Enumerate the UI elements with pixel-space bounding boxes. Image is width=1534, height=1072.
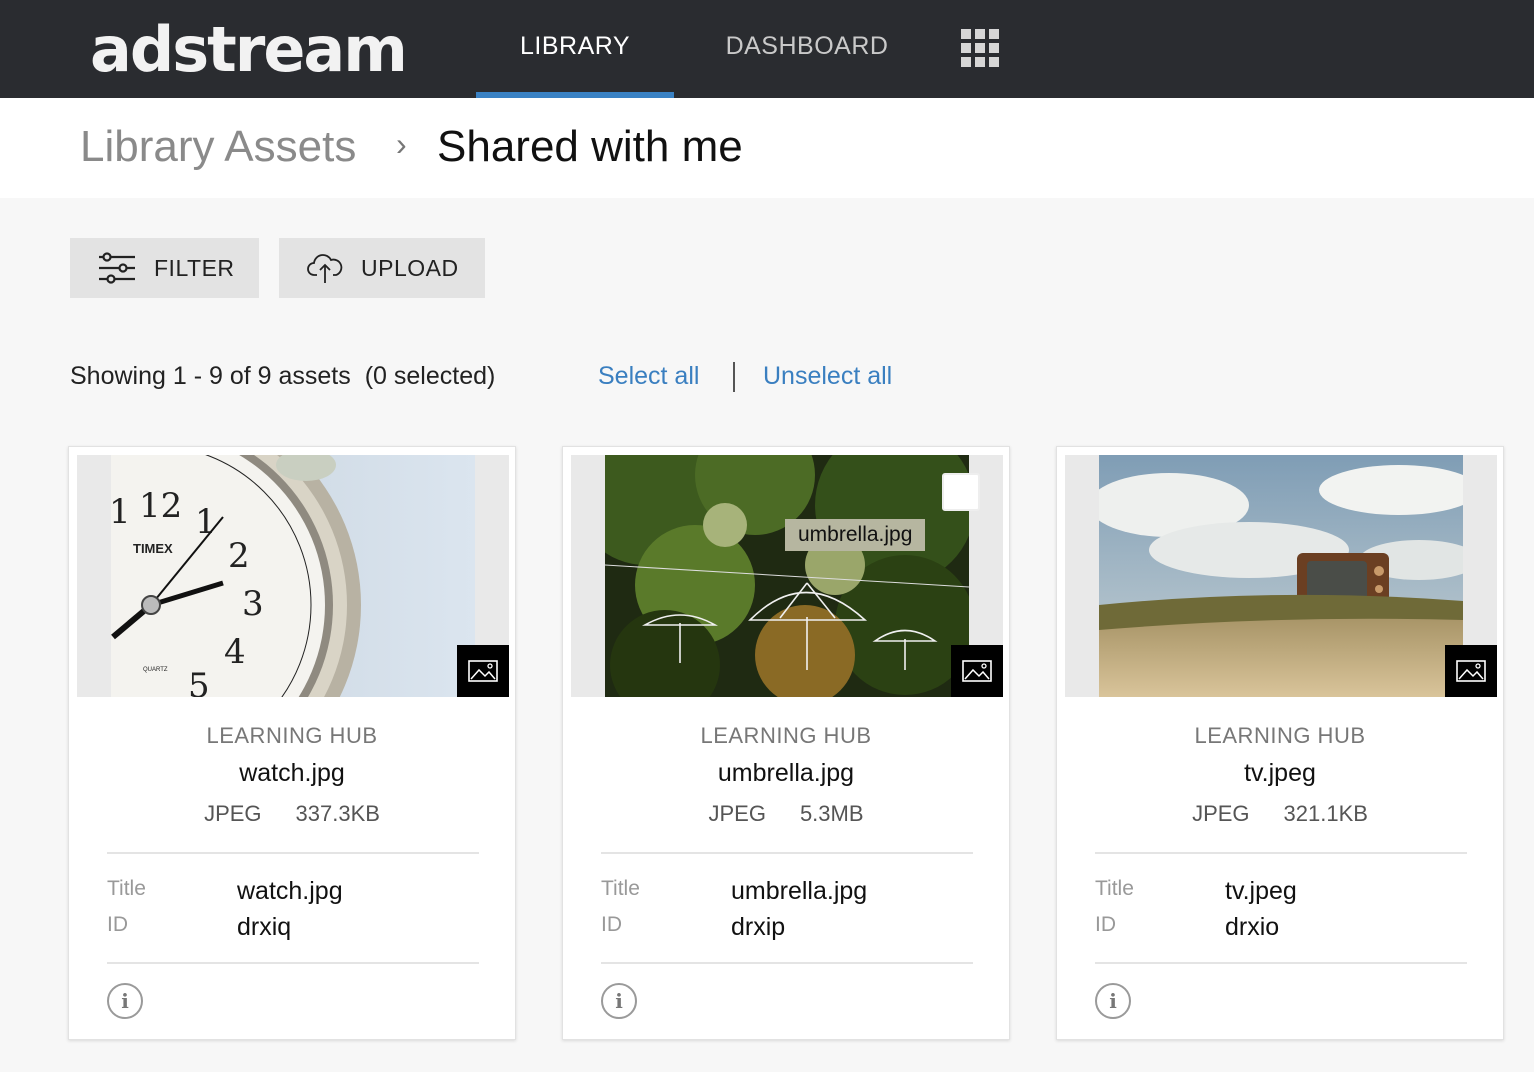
link-divider bbox=[733, 362, 735, 392]
image-icon bbox=[962, 660, 992, 682]
asset-thumbnail[interactable]: 12 1 2 3 4 5 1 TIMEX QUARTZ bbox=[77, 455, 509, 697]
svg-text:12: 12 bbox=[139, 486, 182, 526]
asset-type: JPEG bbox=[708, 801, 766, 826]
filename-tooltip: umbrella.jpg bbox=[785, 519, 926, 551]
asset-type: JPEG bbox=[1192, 801, 1250, 826]
divider bbox=[1095, 962, 1467, 964]
asset-card-watch[interactable]: 12 1 2 3 4 5 1 TIMEX QUARTZ LEARNING HUB… bbox=[68, 446, 516, 1040]
asset-meta: JPEG 5.3MB bbox=[563, 801, 1009, 827]
watch-image: 12 1 2 3 4 5 1 TIMEX QUARTZ bbox=[111, 455, 475, 697]
tv-image bbox=[1099, 455, 1463, 697]
title-label: Title bbox=[1095, 877, 1134, 900]
asset-name[interactable]: watch.jpg bbox=[69, 759, 515, 788]
svg-text:1: 1 bbox=[111, 492, 131, 532]
umbrella-image bbox=[605, 455, 969, 697]
image-icon bbox=[468, 660, 498, 682]
id-label: ID bbox=[1095, 913, 1116, 936]
id-value: drxio bbox=[1225, 913, 1280, 941]
asset-size: 5.3MB bbox=[799, 801, 864, 826]
filter-button[interactable]: FILTER bbox=[70, 238, 259, 298]
asset-thumbnail[interactable] bbox=[1065, 455, 1497, 697]
title-label: Title bbox=[107, 877, 146, 900]
chevron-right-icon: › bbox=[396, 126, 407, 162]
info-icon[interactable]: i bbox=[107, 983, 143, 1019]
info-icon[interactable]: i bbox=[1095, 983, 1131, 1019]
select-all-link[interactable]: Select all bbox=[598, 362, 699, 391]
showing-count: Showing 1 - 9 of 9 assets bbox=[70, 362, 351, 390]
svg-text:4: 4 bbox=[224, 632, 246, 672]
asset-source: LEARNING HUB bbox=[206, 723, 378, 748]
selected-count: (0 selected) bbox=[364, 362, 496, 390]
upload-button-label: UPLOAD bbox=[361, 254, 459, 281]
select-checkbox[interactable] bbox=[942, 473, 980, 511]
asset-size: 321.1KB bbox=[1283, 801, 1368, 826]
title-value: tv.jpeg bbox=[1225, 877, 1297, 905]
adstream-logo[interactable]: adstream bbox=[90, 10, 408, 90]
id-value: drxiq bbox=[237, 913, 292, 941]
asset-source: LEARNING HUB bbox=[700, 723, 872, 748]
svg-text:3: 3 bbox=[242, 584, 264, 624]
asset-size: 337.3KB bbox=[295, 801, 380, 826]
asset-thumbnail[interactable]: umbrella.jpg bbox=[571, 455, 1003, 697]
asset-meta: JPEG 337.3KB bbox=[69, 801, 515, 827]
image-icon bbox=[1456, 660, 1486, 682]
asset-card-tv[interactable]: LEARNING HUB tv.jpeg JPEG 321.1KB Title t… bbox=[1056, 446, 1504, 1040]
divider bbox=[601, 852, 973, 854]
svg-text:5: 5 bbox=[188, 666, 210, 697]
asset-name[interactable]: tv.jpeg bbox=[1057, 759, 1503, 788]
image-type-badge bbox=[951, 645, 1003, 697]
title-label: Title bbox=[601, 877, 640, 900]
sliders-icon bbox=[99, 252, 135, 284]
app-launcher-grid-icon[interactable] bbox=[961, 29, 999, 67]
divider bbox=[601, 962, 973, 964]
asset-source: LEARNING HUB bbox=[1194, 723, 1366, 748]
asset-type: JPEG bbox=[204, 801, 262, 826]
cloud-upload-icon bbox=[307, 254, 343, 283]
top-navigation-bar: adstream LIBRARY DASHBOARD bbox=[0, 0, 1534, 98]
tab-library[interactable]: LIBRARY bbox=[476, 0, 674, 98]
title-value: watch.jpg bbox=[237, 877, 343, 905]
svg-text:2: 2 bbox=[228, 536, 250, 576]
svg-text:TIMEX: TIMEX bbox=[133, 541, 173, 556]
image-type-badge bbox=[1445, 645, 1497, 697]
asset-card-umbrella[interactable]: umbrella.jpg LEARNING HUB umbrella.jpg J… bbox=[562, 446, 1010, 1040]
image-type-badge bbox=[457, 645, 509, 697]
tab-dashboard[interactable]: DASHBOARD bbox=[696, 0, 918, 98]
upload-button[interactable]: UPLOAD bbox=[279, 238, 485, 298]
id-value: drxip bbox=[731, 913, 786, 941]
svg-text:QUARTZ: QUARTZ bbox=[143, 667, 168, 673]
info-icon[interactable]: i bbox=[601, 983, 637, 1019]
divider bbox=[1095, 852, 1467, 854]
asset-meta: JPEG 321.1KB bbox=[1057, 801, 1503, 827]
id-label: ID bbox=[601, 913, 622, 936]
results-count: Showing 1 - 9 of 9 assets (0 selected) bbox=[70, 362, 495, 391]
id-label: ID bbox=[107, 913, 128, 936]
title-value: umbrella.jpg bbox=[731, 877, 868, 905]
divider bbox=[107, 852, 479, 854]
unselect-all-link[interactable]: Unselect all bbox=[763, 362, 892, 391]
filter-button-label: FILTER bbox=[154, 254, 235, 281]
divider bbox=[107, 962, 479, 964]
page-title: Shared with me bbox=[437, 122, 743, 171]
breadcrumb-library-assets-link[interactable]: Library Assets bbox=[80, 122, 356, 172]
asset-name[interactable]: umbrella.jpg bbox=[563, 759, 1009, 788]
breadcrumb: Library Assets › Shared with me bbox=[0, 98, 1534, 198]
svg-text:1: 1 bbox=[195, 502, 217, 542]
